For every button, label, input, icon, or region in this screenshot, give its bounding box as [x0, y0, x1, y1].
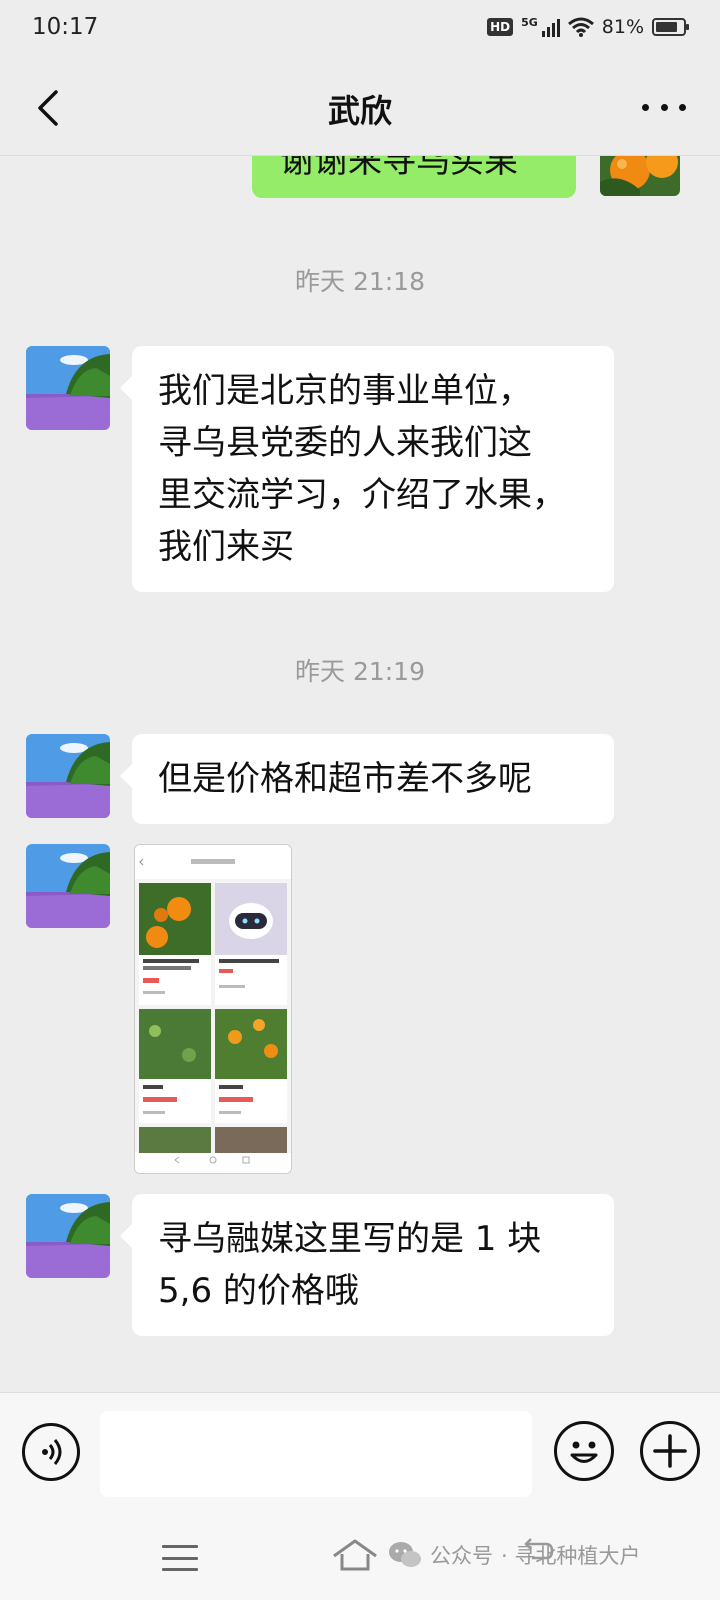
image-message-thumbnail[interactable] [134, 844, 292, 1174]
message-line: 里交流学习，介绍了水果， [158, 475, 566, 515]
emoji-icon[interactable] [554, 1421, 614, 1481]
chat-header: 武欣 [0, 60, 720, 156]
sent-message-bubble[interactable]: 谢谢来寻乌买果 [252, 156, 576, 198]
contact-avatar[interactable] [26, 346, 110, 430]
wifi-icon [567, 17, 594, 37]
chat-input-bar [0, 1392, 720, 1510]
voice-input-icon[interactable] [22, 1423, 80, 1481]
battery-icon [652, 18, 689, 36]
hd-icon: HD [487, 18, 514, 36]
more-functions-plus-icon[interactable] [640, 1421, 700, 1481]
status-icons: HD 5G 81% [487, 16, 689, 38]
system-navigation-bar: 公众号 · 寻北种植大户 [0, 1510, 720, 1600]
timestamp: 昨天 21:19 [295, 657, 425, 686]
timestamp: 昨天 21:18 [295, 267, 425, 296]
more-options-icon[interactable] [642, 90, 686, 124]
menu-icon[interactable] [162, 1545, 198, 1571]
contact-avatar[interactable] [26, 1194, 110, 1278]
network-type-label: 5G [521, 16, 538, 29]
message-text: 但是价格和超市差不多呢 [158, 759, 532, 799]
received-message-bubble[interactable]: 但是价格和超市差不多呢 [120, 734, 614, 824]
contact-avatar[interactable] [26, 734, 110, 818]
chat-title: 武欣 [327, 92, 392, 130]
contact-avatar[interactable] [26, 844, 110, 928]
status-bar: 10:17 HD 5G 81% [0, 0, 720, 60]
received-message-bubble[interactable]: 寻乌融媒这里写的是 1 块 5,6 的价格哦 [120, 1194, 614, 1336]
battery-percent: 81% [601, 16, 644, 38]
back-nav-icon[interactable] [520, 1532, 554, 1566]
sent-message-text: 谢谢来寻乌买果 [280, 156, 518, 181]
message-line: 寻乌县党委的人来我们这 [158, 423, 532, 463]
message-line: 寻乌融媒这里写的是 1 块 [158, 1219, 542, 1259]
watermark-label: 公众号 [430, 1544, 493, 1568]
message-line: 5,6 的价格哦 [158, 1271, 359, 1311]
message-line: 我们是北京的事业单位， [158, 371, 532, 411]
status-time: 10:17 [32, 14, 99, 40]
watermark: 公众号 · 寻北种植大户 [388, 1540, 640, 1570]
my-avatar[interactable] [600, 156, 680, 196]
home-icon[interactable] [330, 1538, 380, 1572]
message-line: 我们来买 [158, 527, 294, 567]
received-message-bubble[interactable]: 我们是北京的事业单位， 寻乌县党委的人来我们这 里交流学习，介绍了水果， 我们来… [120, 346, 614, 592]
wechat-icon [389, 1542, 421, 1567]
message-input[interactable] [100, 1411, 532, 1497]
chat-message-list[interactable]: 谢谢来寻乌买果 昨天 21:18 我们是北京的事业单位， 寻乌县党委的人来我们这… [0, 156, 720, 1392]
signal-icon [541, 17, 560, 37]
